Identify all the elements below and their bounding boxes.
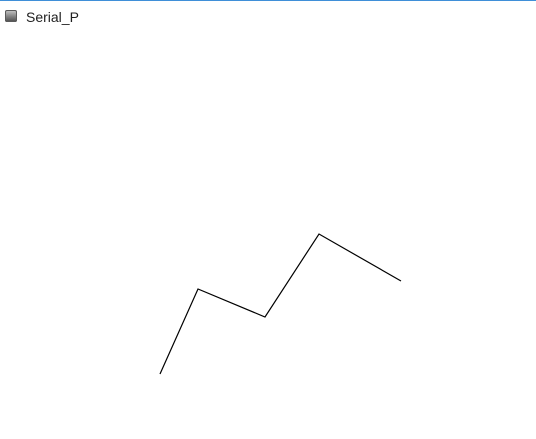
polyline-drawing	[159, 233, 402, 375]
app-window: Serial_P	[0, 0, 536, 439]
drawn-polyline	[159, 233, 402, 375]
